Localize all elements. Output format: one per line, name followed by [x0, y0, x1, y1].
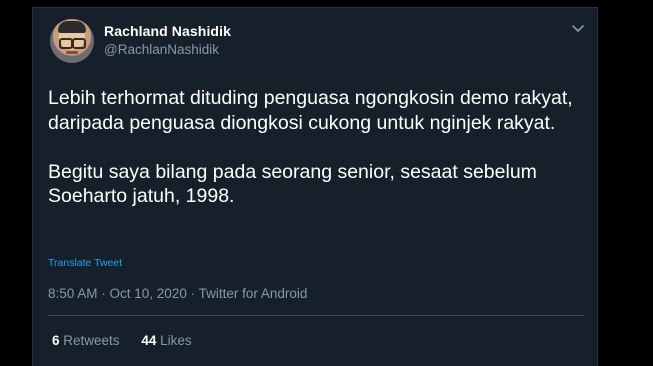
retweets-stat[interactable]: 6 Retweets	[52, 333, 120, 348]
likes-label: Likes	[160, 333, 192, 348]
likes-count: 44	[141, 333, 157, 348]
author-name[interactable]: Rachland Nashidik	[104, 23, 231, 39]
author-handle[interactable]: @RachlanNashidik	[104, 42, 219, 57]
chevron-down-icon[interactable]	[571, 24, 585, 34]
avatar-glasses-left	[59, 38, 73, 49]
divider	[48, 315, 584, 316]
translate-tweet-link[interactable]: Translate Tweet	[48, 257, 122, 269]
avatar-mouth	[66, 51, 78, 54]
avatar[interactable]	[50, 19, 94, 63]
tweet-stats: 6 Retweets 44 Likes	[52, 333, 210, 348]
tweet-card: Rachland Nashidik @RachlanNashidik Lebih…	[32, 7, 598, 366]
retweets-count: 6	[52, 333, 60, 348]
retweets-label: Retweets	[63, 333, 120, 348]
likes-stat[interactable]: 44 Likes	[141, 333, 191, 348]
tweet-meta: 8:50 AM · Oct 10, 2020 · Twitter for And…	[48, 286, 308, 301]
tweet-text: Lebih terhormat dituding penguasa ngongk…	[48, 87, 573, 207]
avatar-hair	[58, 21, 86, 33]
avatar-glasses-right	[72, 38, 86, 49]
